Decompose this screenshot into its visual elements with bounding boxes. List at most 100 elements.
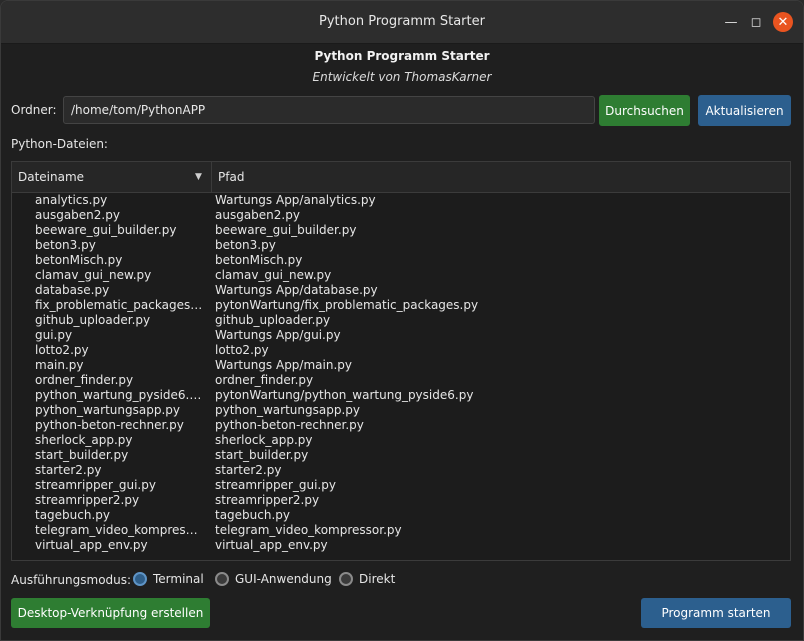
file-path-cell: python_wartungsapp.py	[215, 403, 360, 417]
window-title: Python Programm Starter	[319, 14, 485, 29]
browse-button[interactable]: Durchsuchen	[599, 95, 690, 126]
table-row[interactable]: main.py Wartungs App/main.py	[12, 358, 790, 373]
files-label: Python-Dateien:	[11, 137, 108, 151]
file-name-cell: clamav_gui_new.py	[35, 268, 152, 282]
file-name-cell: betonMisch.py	[35, 253, 123, 267]
radio-gui-application[interactable]: GUI-Anwendung	[215, 570, 332, 588]
table-row[interactable]: lotto2.py lotto2.py	[12, 343, 790, 358]
table-row[interactable]: beeware_gui_builder.py beeware_gui_builde…	[12, 223, 790, 238]
file-path-cell: github_uploader.py	[215, 313, 331, 327]
maximize-icon[interactable]: ◻	[746, 12, 766, 32]
file-name-cell: tagebuch.py	[35, 508, 111, 522]
file-path-cell: beton3.py	[215, 238, 276, 252]
table-row[interactable]: betonMisch.py betonMisch.py	[12, 253, 790, 268]
file-path-cell: Wartungs App/gui.py	[215, 328, 341, 342]
file-name-cell: beton3.py	[35, 238, 96, 252]
file-path-cell: Wartungs App/database.py	[215, 283, 378, 297]
column-header-name[interactable]: Dateiname ▼	[12, 162, 212, 192]
file-path-cell: clamav_gui_new.py	[215, 268, 332, 282]
folder-path-input[interactable]	[63, 96, 595, 124]
minimize-icon[interactable]: —	[721, 12, 741, 32]
file-name-cell: sherlock_app.py	[35, 433, 133, 447]
file-name-cell: telegram_video_kompressor.py	[35, 523, 203, 537]
table-row[interactable]: tagebuch.py tagebuch.py	[12, 508, 790, 523]
table-row[interactable]: virtual_app_env.py virtual_app_env.py	[12, 538, 790, 553]
column-header-path[interactable]: Pfad	[212, 162, 778, 192]
file-name-cell: ordner_finder.py	[35, 373, 134, 387]
file-path-cell: sherlock_app.py	[215, 433, 313, 447]
file-name-cell: gui.py	[35, 328, 73, 342]
radio-direct[interactable]: Direkt	[339, 570, 395, 588]
execution-mode-label: Ausführungsmodus:	[11, 573, 132, 587]
close-icon[interactable]: ✕	[773, 12, 793, 32]
file-name-cell: lotto2.py	[35, 343, 89, 357]
file-name-cell: python_wartungsapp.py	[35, 403, 180, 417]
table-row[interactable]: analytics.py Wartungs App/analytics.py	[12, 193, 790, 208]
file-path-cell: betonMisch.py	[215, 253, 303, 267]
file-name-cell: fix_problematic_packages.py	[35, 298, 203, 312]
file-name-cell: ausgaben2.py	[35, 208, 120, 222]
start-program-button[interactable]: Programm starten	[641, 598, 791, 628]
file-path-cell: tagebuch.py	[215, 508, 291, 522]
file-name-cell: start_builder.py	[35, 448, 129, 462]
file-name-cell: starter2.py	[35, 463, 102, 477]
table-row[interactable]: python-beton-rechner.py python-beton-rech…	[12, 418, 790, 433]
table-row[interactable]: github_uploader.py github_uploader.py	[12, 313, 790, 328]
file-name-cell: beeware_gui_builder.py	[35, 223, 177, 237]
file-name-cell: virtual_app_env.py	[35, 538, 148, 552]
column-name-label: Dateiname	[18, 170, 85, 184]
table-row[interactable]: streamripper2.py streamripper2.py	[12, 493, 790, 508]
table-row[interactable]: python_wartungsapp.py python_wartungsapp.…	[12, 403, 790, 418]
table-row[interactable]: sherlock_app.py sherlock_app.py	[12, 433, 790, 448]
table-body: analytics.py Wartungs App/analytics.py aus…	[12, 193, 790, 553]
file-path-cell: python-beton-rechner.py	[215, 418, 364, 432]
sort-descending-icon: ▼	[195, 172, 202, 182]
file-path-cell: starter2.py	[215, 463, 282, 477]
file-path-cell: ordner_finder.py	[215, 373, 314, 387]
file-path-cell: start_builder.py	[215, 448, 309, 462]
file-path-cell: virtual_app_env.py	[215, 538, 328, 552]
file-path-cell: pytonWartung/fix_problematic_packages.py	[215, 298, 479, 312]
table-row[interactable]: telegram_video_kompressor.py telegram_vid…	[12, 523, 790, 538]
title-bar[interactable]: Python Programm Starter — ◻ ✕	[1, 1, 803, 44]
refresh-button[interactable]: Aktualisieren	[698, 95, 791, 126]
file-name-cell: streamripper2.py	[35, 493, 140, 507]
file-name-cell: main.py	[35, 358, 84, 372]
radio-terminal[interactable]: Terminal	[133, 570, 204, 588]
file-path-cell: Wartungs App/main.py	[215, 358, 352, 372]
app-heading: Python Programm Starter	[314, 49, 490, 63]
file-name-cell: streamripper_gui.py	[35, 478, 156, 492]
radio-unchecked-icon	[339, 572, 353, 586]
file-name-cell: database.py	[35, 283, 110, 297]
file-path-cell: pytonWartung/python_wartung_pyside6.py	[215, 388, 474, 402]
file-path-cell: streamripper_gui.py	[215, 478, 336, 492]
table-row[interactable]: ausgaben2.py ausgaben2.py	[12, 208, 790, 223]
file-name-cell: analytics.py	[35, 193, 108, 207]
file-path-cell: telegram_video_kompressor.py	[215, 523, 402, 537]
table-row[interactable]: clamav_gui_new.py clamav_gui_new.py	[12, 268, 790, 283]
radio-gui-label: GUI-Anwendung	[235, 572, 332, 586]
table-row[interactable]: database.py Wartungs App/database.py	[12, 283, 790, 298]
table-row[interactable]: starter2.py starter2.py	[12, 463, 790, 478]
table-row[interactable]: ordner_finder.py ordner_finder.py	[12, 373, 790, 388]
file-path-cell: ausgaben2.py	[215, 208, 300, 222]
app-subtitle: Entwickelt von ThomasKarner	[312, 70, 492, 84]
table-row[interactable]: python_wartung_pyside6.py pytonWartung/py…	[12, 388, 790, 403]
file-path-cell: beeware_gui_builder.py	[215, 223, 357, 237]
file-name-cell: python_wartung_pyside6.py	[35, 388, 203, 402]
radio-checked-icon	[133, 572, 147, 586]
table-row[interactable]: beton3.py beton3.py	[12, 238, 790, 253]
table-row[interactable]: fix_problematic_packages.py pytonWartung/…	[12, 298, 790, 313]
table-row[interactable]: start_builder.py start_builder.py	[12, 448, 790, 463]
radio-unchecked-icon	[215, 572, 229, 586]
table-row[interactable]: gui.py Wartungs App/gui.py	[12, 328, 790, 343]
file-path-cell: streamripper2.py	[215, 493, 320, 507]
radio-direct-label: Direkt	[359, 572, 396, 586]
table-row[interactable]: streamripper_gui.py streamripper_gui.py	[12, 478, 790, 493]
folder-label: Ordner:	[11, 103, 57, 117]
file-table[interactable]: Dateiname ▼ Pfad analytics.py Wartungs Ap…	[11, 161, 791, 561]
radio-terminal-label: Terminal	[153, 572, 204, 586]
table-header: Dateiname ▼ Pfad	[12, 162, 790, 193]
file-name-cell: python-beton-rechner.py	[35, 418, 184, 432]
create-shortcut-button[interactable]: Desktop-Verknüpfung erstellen	[11, 598, 210, 628]
